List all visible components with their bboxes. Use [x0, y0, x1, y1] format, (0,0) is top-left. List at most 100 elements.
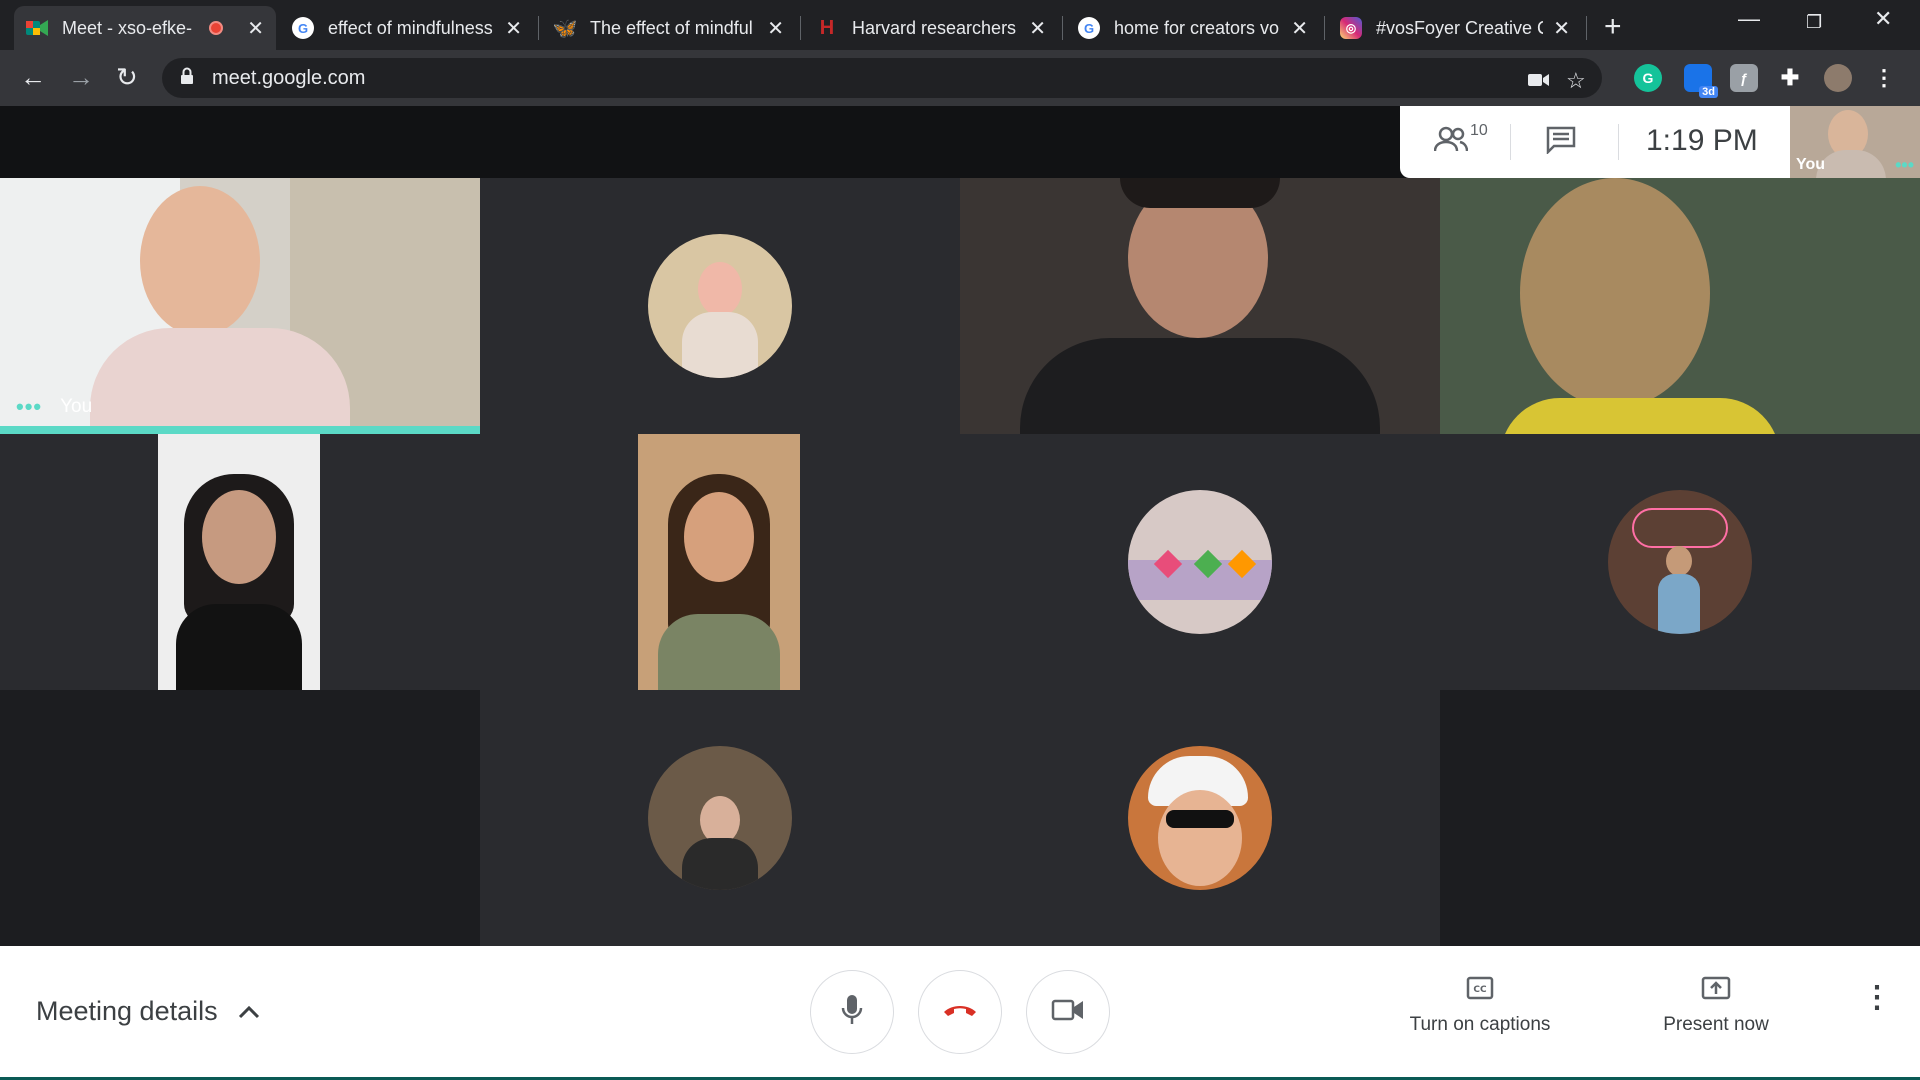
close-icon[interactable]: ✕ [1291, 16, 1308, 41]
more-options-icon[interactable]: ⋮ [1862, 983, 1892, 1013]
participant-tile[interactable] [480, 434, 960, 690]
person-shirt [1500, 398, 1780, 434]
extension-badge-icon[interactable]: 3d [1684, 64, 1718, 98]
chat-icon[interactable] [1546, 126, 1576, 161]
participant-video [638, 434, 800, 690]
present-screen-icon [1636, 976, 1796, 1006]
participant-tile[interactable] [1440, 178, 1920, 434]
close-icon[interactable]: ✕ [247, 16, 264, 41]
divider [1510, 124, 1511, 160]
tab-divider [800, 16, 801, 40]
person-shoulders [1816, 150, 1886, 178]
people-icon[interactable] [1433, 126, 1469, 160]
participant-avatar [1128, 746, 1272, 890]
participant-avatar [648, 234, 792, 378]
bookmark-star-icon[interactable]: ☆ [1566, 68, 1586, 94]
window-close-button[interactable]: ✕ [1874, 6, 1892, 32]
close-icon[interactable]: ✕ [1029, 16, 1046, 41]
person-shirt [176, 604, 302, 690]
tab-divider [1324, 16, 1325, 40]
microphone-button[interactable] [810, 970, 894, 1054]
person-face [684, 492, 754, 582]
camera-button[interactable] [1026, 970, 1110, 1054]
meeting-info-panel: 10 1:19 PM [1400, 106, 1790, 178]
video-tile-you[interactable]: ••• You [0, 178, 480, 434]
tab-title: Harvard researchers [852, 17, 1017, 38]
tab-divider [1062, 16, 1063, 40]
you-label-text: You [60, 396, 93, 417]
person-body [682, 312, 758, 378]
person-face [202, 490, 276, 584]
participant-tile[interactable] [0, 434, 480, 690]
tab-harvard-researchers[interactable]: H Harvard researchers ✕ [804, 6, 1058, 50]
grammarly-icon[interactable]: G [1634, 64, 1662, 92]
close-icon[interactable]: ✕ [1553, 16, 1570, 41]
hang-up-button[interactable] [918, 970, 1002, 1054]
participant-avatar [1608, 490, 1752, 634]
minimize-button[interactable]: — [1738, 6, 1760, 32]
meeting-details-button[interactable]: Meeting details [36, 996, 260, 1027]
participant-tile[interactable] [960, 434, 1440, 690]
tab-divider [1586, 16, 1587, 40]
chevron-up-icon [238, 999, 260, 1025]
puzzle-icon[interactable]: ✚ [1776, 64, 1804, 92]
present-now-button[interactable]: Present now [1636, 976, 1796, 1036]
back-button[interactable]: ← [20, 62, 46, 93]
meeting-details-label: Meeting details [36, 996, 218, 1026]
participant-avatar [1128, 490, 1272, 634]
tab-the-effect-of-mindful[interactable]: 🦋 The effect of mindful ✕ [542, 6, 796, 50]
address-bar[interactable]: meet.google.com ☆ [162, 58, 1602, 98]
sunglasses [1166, 810, 1234, 828]
close-icon[interactable]: ✕ [505, 16, 522, 41]
microphone-icon [841, 994, 863, 1031]
close-icon[interactable]: ✕ [767, 16, 784, 41]
person-face [1520, 178, 1710, 408]
participant-video [158, 434, 320, 690]
participant-tile[interactable] [480, 178, 960, 434]
new-tab-button[interactable]: + [1604, 10, 1622, 44]
url-text: meet.google.com [212, 66, 366, 89]
butterfly-icon: 🦋 [552, 17, 578, 40]
participant-tile[interactable] [960, 178, 1440, 434]
person-face [1666, 546, 1692, 576]
profile-avatar[interactable] [1824, 64, 1852, 92]
restore-button[interactable]: ❐ [1806, 12, 1822, 33]
person-face [140, 186, 260, 336]
person-hair [1120, 178, 1280, 208]
neon-sign [1632, 508, 1728, 548]
tab-title: effect of mindfulness [328, 17, 493, 38]
participant-avatar [648, 746, 792, 890]
extension-icon[interactable]: ƒ [1730, 64, 1758, 92]
tab-effect-of-mindfulness[interactable]: G effect of mindfulness ✕ [280, 6, 534, 50]
tab-divider [538, 16, 539, 40]
camera-in-use-icon[interactable] [1528, 68, 1550, 94]
google-meet-icon [26, 17, 48, 39]
phone-hangup-icon [942, 1002, 978, 1023]
lock-icon [180, 67, 196, 90]
participant-tile[interactable] [1440, 434, 1920, 690]
self-view-label: You [1796, 156, 1826, 173]
forward-button[interactable]: → [68, 62, 94, 93]
person-face [698, 262, 742, 316]
person-shirt [1020, 338, 1380, 434]
participant-tile[interactable] [960, 690, 1440, 946]
tab-home-for-creators[interactable]: G home for creators vo ✕ [1066, 6, 1320, 50]
more-options-dots[interactable]: ••• [1895, 155, 1914, 176]
captions-button[interactable]: CC Turn on captions [1400, 976, 1560, 1036]
more-options-dots[interactable]: ••• [16, 394, 42, 420]
chrome-menu-icon[interactable]: ⋮ [1870, 64, 1898, 92]
present-label: Present now [1663, 1014, 1769, 1035]
self-view-thumbnail[interactable]: You ••• [1790, 106, 1920, 178]
svg-text:CC: CC [1473, 985, 1487, 995]
participant-tile[interactable] [480, 690, 960, 946]
meeting-stage: 10 1:19 PM You ••• ••• You [0, 106, 1920, 946]
person-shirt [90, 328, 350, 434]
empty-tile [1440, 690, 1920, 946]
tab-vosfoyer[interactable]: ◎ #vosFoyer Creative C ✕ [1328, 6, 1582, 50]
reload-button[interactable]: ↻ [116, 62, 138, 93]
video-camera-icon [1051, 998, 1085, 1027]
meeting-clock: 1:19 PM [1646, 124, 1758, 157]
active-speaker-bar [0, 426, 480, 434]
tab-title: home for creators vo [1114, 17, 1280, 38]
tab-meet[interactable]: Meet - xso-efke- ✕ [14, 6, 276, 50]
